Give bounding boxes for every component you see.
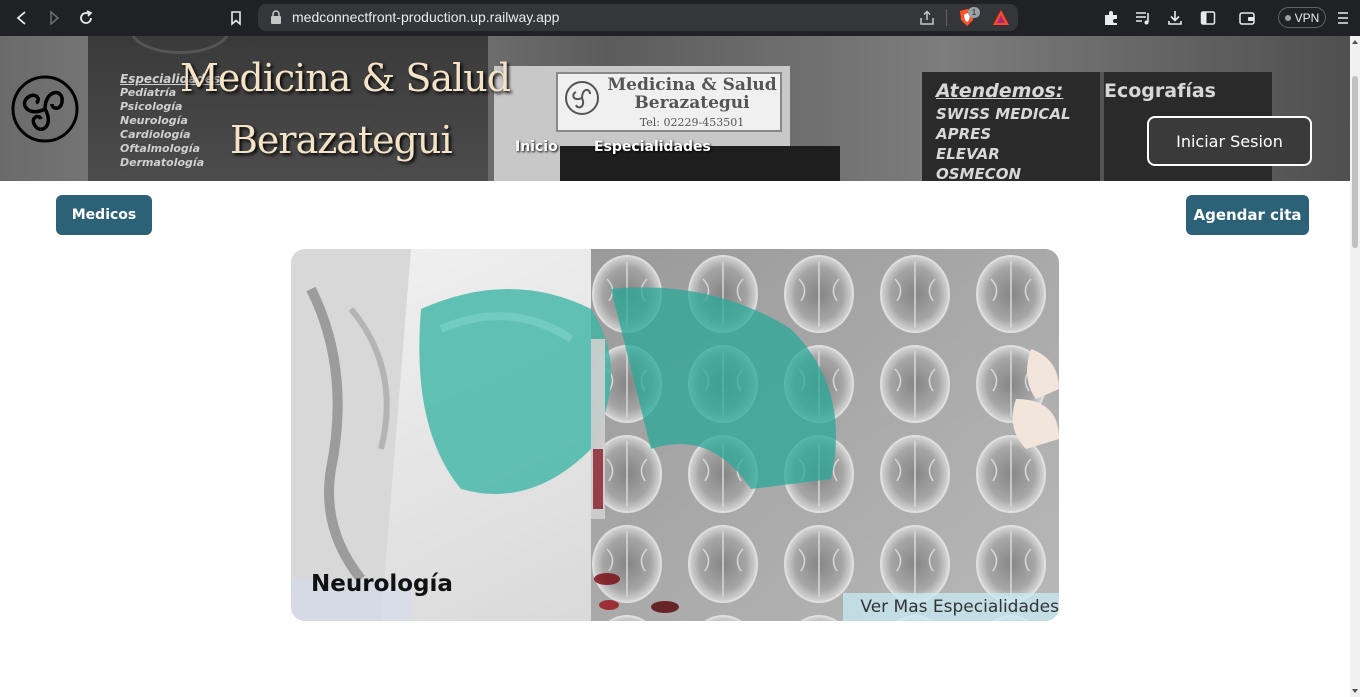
scroll-down-icon[interactable]	[1352, 689, 1358, 693]
share-icon[interactable]	[918, 9, 936, 27]
playlist-icon[interactable]	[1134, 9, 1152, 27]
banner-insurance-list: Atendemos: SWISS MEDICAL APRES ELEVAR OS…	[936, 78, 1071, 181]
menu-icon[interactable]	[1336, 9, 1350, 27]
scroll-thumb[interactable]	[1352, 76, 1358, 248]
banner-ecografias: Ecografías	[1104, 80, 1216, 102]
logo-triskele-icon[interactable]	[10, 74, 80, 144]
banner-insurance-item: ELEVAR	[936, 145, 1000, 163]
reload-icon[interactable]	[76, 8, 96, 28]
shield-count-badge: 1	[968, 7, 980, 18]
rewards-icon[interactable]	[992, 9, 1010, 26]
neurology-hero-image	[291, 249, 1059, 621]
browser-toolbar: medconnectfront-production.up.railway.ap…	[0, 0, 1360, 36]
brand-title-line-2: Berazategui	[230, 118, 453, 162]
vpn-status-dot	[1284, 14, 1291, 21]
web-page: Especialidades Pediatría Psicología Neur…	[0, 36, 1350, 697]
banner-insurance-item: APRES	[936, 125, 992, 143]
banner-list-item: Psicología	[120, 100, 183, 113]
specialty-hero-card[interactable]: Neurología Ver Mas Especialidades	[291, 249, 1059, 621]
bookmark-icon[interactable]	[226, 8, 246, 28]
schedule-appointment-button[interactable]: Agendar cita	[1186, 195, 1309, 235]
banner-insurance-item: OSMECON	[936, 165, 1022, 181]
banner-plaque-phone: Tel: 02229-453501	[639, 116, 745, 129]
brand-title-line-1: Medicina & Salud	[180, 56, 511, 100]
banner-insurance-header: Atendemos:	[936, 80, 1064, 102]
hero-specialty-title: Neurología	[311, 571, 453, 597]
scroll-up-icon[interactable]	[1352, 40, 1358, 44]
vpn-label: VPN	[1294, 10, 1320, 25]
nav-link-especialidades[interactable]: Especialidades	[594, 139, 711, 155]
more-specialties-link[interactable]: Ver Mas Especialidades	[843, 593, 1059, 621]
page-scrollbar[interactable]	[1350, 36, 1360, 697]
banner-list-item: Neurología	[120, 114, 188, 127]
forward-icon[interactable]	[44, 8, 64, 28]
nav-link-inicio[interactable]: Inicio	[515, 139, 558, 155]
banner-insurance-item: SWISS MEDICAL	[936, 105, 1071, 123]
banner-list-item: Dermatología	[120, 156, 205, 169]
back-icon[interactable]	[12, 8, 32, 28]
lock-icon	[271, 10, 281, 24]
banner-list-item: Cardiología	[120, 128, 191, 141]
url-text[interactable]: medconnectfront-production.up.railway.ap…	[292, 9, 559, 25]
banner-plaque-title: Medicina & Salud Berazategui	[607, 75, 777, 113]
vpn-button[interactable]: VPN	[1278, 7, 1326, 28]
extensions-icon[interactable]	[1102, 9, 1120, 27]
triskele-emblem-icon	[565, 81, 599, 115]
banner-list-item: Oftalmología	[120, 142, 201, 155]
banner-plaque: Medicina & Salud Berazategui Tel: 02229-…	[556, 72, 782, 132]
address-divider	[946, 9, 947, 26]
site-header: Especialidades Pediatría Psicología Neur…	[0, 36, 1350, 181]
login-button[interactable]: Iniciar Sesion	[1147, 116, 1312, 166]
wallet-icon[interactable]	[1238, 9, 1256, 27]
medicos-button[interactable]: Medicos	[56, 195, 152, 235]
download-icon[interactable]	[1166, 9, 1184, 27]
address-bar[interactable]: medconnectfront-production.up.railway.ap…	[258, 4, 1018, 31]
sidebar-icon[interactable]	[1199, 9, 1217, 27]
